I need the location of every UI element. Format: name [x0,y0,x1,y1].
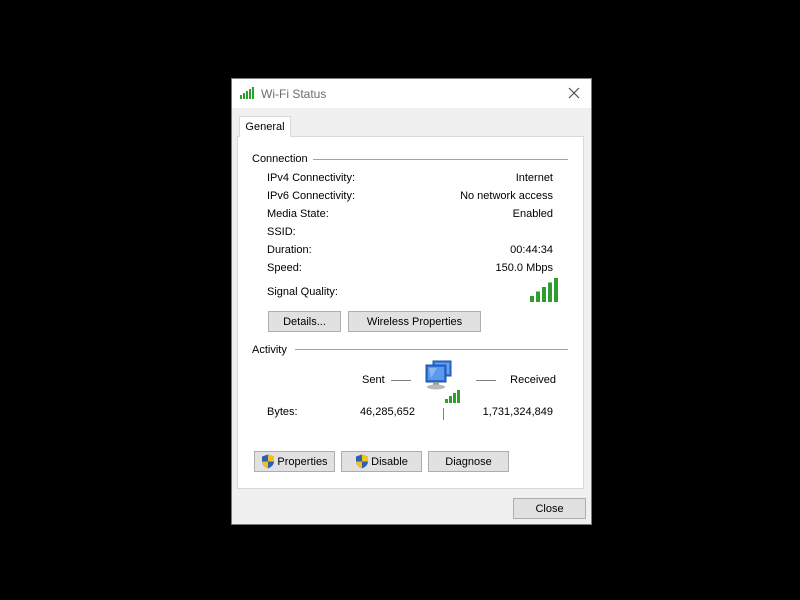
ssid-label: SSID: [267,226,296,238]
sent-connector-line [391,380,411,381]
properties-button[interactable]: Properties [254,451,335,472]
sent-label: Sent [362,374,385,386]
duration-value: 00:44:34 [510,244,553,256]
details-button[interactable]: Details... [268,311,341,332]
wifi-status-dialog: Wi-Fi Status General Connection IPv4 Con… [231,78,592,525]
wireless-properties-button[interactable]: Wireless Properties [348,311,481,332]
media-state-label: Media State: [267,208,329,220]
uac-shield-icon [356,454,369,469]
signal-bar [530,296,534,302]
general-tab-panel: Connection IPv4 Connectivity: Internet I… [237,136,584,489]
activity-group-divider [295,349,568,350]
signal-bar [554,278,558,302]
signal-quality-icon [530,278,558,302]
bytes-label: Bytes: [267,406,298,418]
close-button[interactable]: Close [513,498,586,519]
properties-button-label: Properties [277,455,328,468]
title-bar: Wi-Fi Status [232,79,591,108]
close-window-button[interactable] [561,81,587,105]
signal-bar [542,287,546,302]
ipv4-label: IPv4 Connectivity: [267,172,356,184]
ipv4-value: Internet [515,172,553,184]
signal-bar [536,291,540,302]
diagnose-button[interactable]: Diagnose [428,451,509,472]
signal-bar [548,282,552,302]
speed-label: Speed: [267,262,302,274]
activity-group-label: Activity [252,344,287,356]
received-label: Received [510,374,556,386]
window-title: Wi-Fi Status [261,87,327,101]
ipv6-label: IPv6 Connectivity: [267,190,356,202]
activity-center-tick [443,408,444,420]
network-computers-icon [425,360,460,403]
wifi-signal-icon [240,87,254,99]
ipv6-value: No network access [460,190,553,202]
signal-quality-label: Signal Quality: [267,286,338,298]
disable-button-label: Disable [371,455,408,468]
duration-label: Duration: [267,244,312,256]
uac-shield-icon [262,454,275,469]
bytes-received-value: 1,731,324,849 [482,406,553,418]
bytes-sent-value: 46,285,652 [359,406,415,418]
connection-group-divider [313,159,568,160]
media-state-value: Enabled [512,208,553,220]
received-connector-line [476,380,496,381]
disable-button[interactable]: Disable [341,451,422,472]
close-icon [568,87,580,99]
speed-value: 150.0 Mbps [495,262,553,274]
connection-group-label: Connection [252,153,308,165]
tab-general[interactable]: General [239,116,291,137]
